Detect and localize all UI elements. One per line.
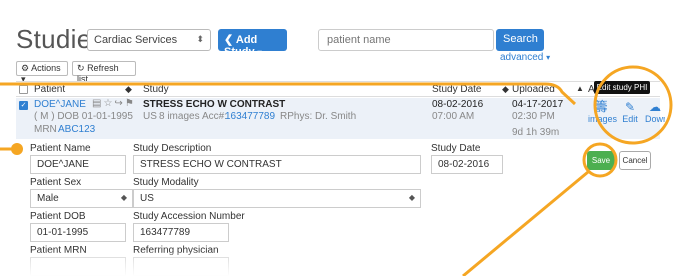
tooltip: Edit study PHI [594, 81, 650, 94]
facility-select-value: Cardiac Services [94, 34, 178, 46]
patient-dob-field[interactable]: 01-01-1995 [30, 223, 126, 242]
chevron-updown-icon: ⬍ [196, 34, 204, 44]
patient-mrn[interactable]: ABC123 [58, 124, 95, 135]
list-icon[interactable]: ▤ [92, 98, 103, 109]
refresh-list-button[interactable]: ↻ Refresh list [72, 61, 136, 84]
patient-name-link[interactable]: DOE^JANE [34, 99, 86, 110]
study-title: STRESS ECHO W CONTRAST [143, 99, 286, 110]
select-all-checkbox[interactable] [19, 85, 28, 94]
patient-sex-select[interactable]: Male ◆ [30, 189, 133, 208]
tag-icon[interactable]: ⚑ [125, 98, 136, 109]
uploaded-age: 9d 1h 39m [512, 127, 560, 138]
study-modality-label: Study Modality [133, 177, 199, 188]
refresh-icon: ↻ [77, 63, 85, 73]
search-input[interactable] [318, 29, 494, 51]
search-button[interactable]: Search [496, 29, 544, 51]
table-row[interactable]: ✓ DOE^JANE ▤☆↪⚑ ( M ) DOB 01-01-1995 MRN… [16, 98, 665, 139]
uploaded-date: 04-17-2017 [512, 99, 564, 110]
study-modality: US [143, 111, 157, 122]
row-checkbox[interactable]: ✓ [19, 101, 28, 110]
edit-action[interactable]: ✎ Edit [619, 100, 641, 124]
patient-dob-label: Patient DOB [30, 211, 86, 222]
table-header: Patient ◆ Study Study Date ◆ Uploaded ▲ … [16, 81, 660, 97]
patient-sex-dob: ( M ) DOB 01-01-1995 [34, 111, 133, 122]
sort-icon[interactable]: ◆ [502, 84, 509, 95]
actions-label: Actions [31, 63, 61, 73]
study-images: 8 images [159, 111, 200, 122]
patient-sex-label: Patient Sex [30, 177, 82, 188]
images-label: images [588, 114, 618, 124]
study-modality-select[interactable]: US ◆ [133, 189, 421, 208]
cancel-button[interactable]: Cancel [619, 151, 651, 170]
acc-label: Acc#: [202, 111, 228, 122]
col-study-date[interactable]: Study Date [432, 84, 481, 95]
facility-select[interactable]: Cardiac Services ⬍ [87, 29, 211, 51]
patient-mrn-label: MRN [34, 124, 57, 135]
chevron-updown-icon: ◆ [120, 193, 127, 202]
study-modality-value: US [140, 193, 154, 204]
bottom-fade [0, 252, 673, 276]
save-button[interactable]: Save [587, 151, 615, 170]
cloud-download-icon: ☁ [649, 100, 661, 114]
study-date-label: Study Date [431, 143, 481, 154]
caret-down-icon: ▾ [257, 48, 262, 57]
add-study-button[interactable]: ❮ Add Study ▾ [218, 29, 287, 58]
actions-dropdown[interactable]: ⚙ Actions ▾ [16, 61, 68, 84]
advanced-search-link[interactable]: advanced ▾ [500, 52, 550, 63]
sort-asc-icon[interactable]: ▲ [576, 84, 584, 93]
accession-label: Study Accession Number [133, 211, 245, 222]
uploaded-time: 02:30 PM [512, 111, 555, 122]
study-date: 08-02-2016 [432, 99, 484, 110]
download-label: Down [645, 114, 665, 124]
pencil-icon: ✎ [624, 100, 636, 114]
chevron-left-icon: ❮ [224, 34, 234, 46]
star-icon[interactable]: ☆ [103, 98, 114, 109]
studies-panel: Studies Cardiac Services ⬍ ❮ Add Study ▾… [0, 0, 673, 276]
col-study[interactable]: Study [143, 84, 169, 95]
study-date-field[interactable]: 08-02-2016 [431, 155, 503, 174]
edit-label: Edit [622, 114, 638, 124]
study-description-label: Study Description [133, 143, 212, 154]
images-icon: 籌 [594, 99, 608, 114]
gear-icon: ⚙ [21, 63, 30, 73]
patient-name-label: Patient Name [30, 143, 91, 154]
patient-name-field[interactable]: DOE^JANE [30, 155, 126, 174]
share-icon[interactable]: ↪ [114, 98, 124, 109]
referring-physician: RPhys: Dr. Smith [280, 111, 357, 122]
study-time: 07:00 AM [432, 111, 475, 122]
patient-sex-value: Male [37, 193, 59, 204]
advanced-label: advanced [500, 52, 544, 63]
images-action[interactable]: 籌 images [588, 99, 618, 125]
col-patient[interactable]: Patient [34, 84, 65, 95]
download-action[interactable]: ☁ Down [645, 100, 665, 124]
col-uploaded[interactable]: Uploaded [512, 84, 555, 95]
caret-down-icon: ▾ [546, 53, 551, 62]
chevron-updown-icon: ◆ [408, 193, 415, 202]
sort-icon[interactable]: ◆ [125, 84, 132, 95]
accession-field[interactable]: 163477789 [133, 223, 229, 242]
acc-number[interactable]: 163477789 [225, 111, 275, 122]
study-description-field[interactable]: STRESS ECHO W CONTRAST [133, 155, 421, 174]
row-icons[interactable]: ▤☆↪⚑ [92, 98, 136, 109]
